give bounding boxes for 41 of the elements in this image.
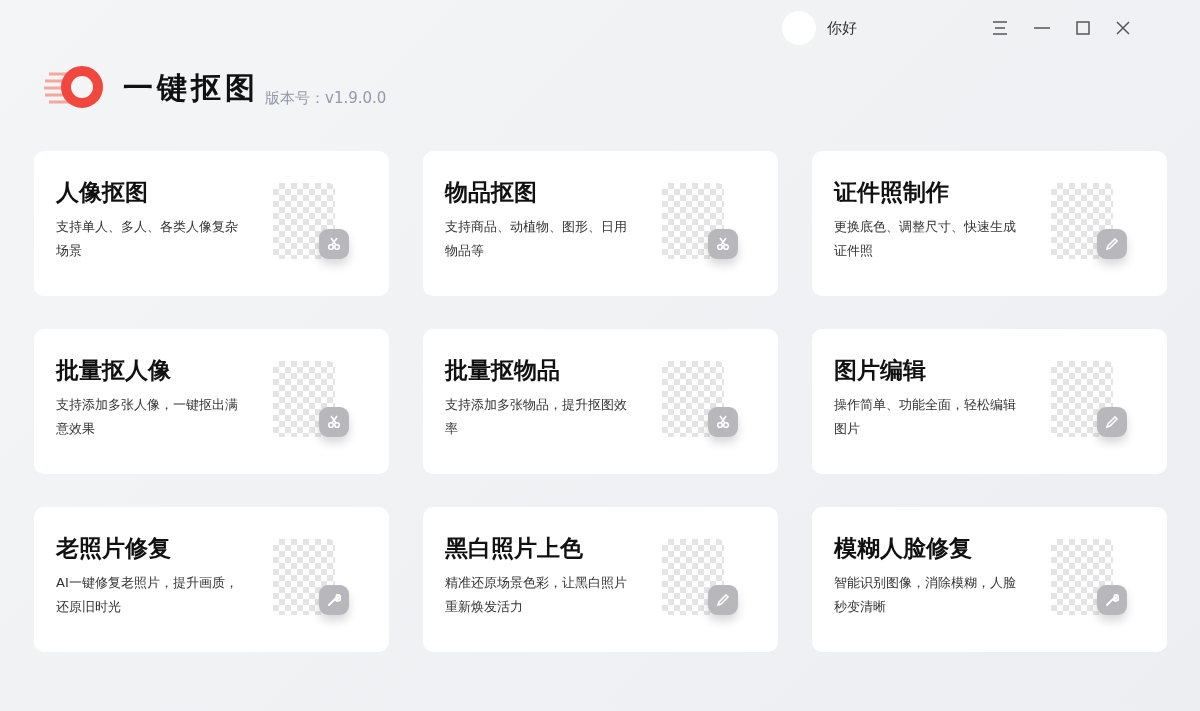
user-greeting[interactable]: 你好 xyxy=(827,18,857,38)
card-description: 支持商品、动植物、图形、日用物品等 xyxy=(445,218,628,260)
feature-card[interactable]: 人像抠图 支持单人、多人、各类人像复杂场景 xyxy=(34,151,389,296)
pencil-icon xyxy=(1105,415,1119,429)
scissors-icon xyxy=(716,415,730,429)
close-icon[interactable] xyxy=(1116,21,1130,35)
card-description: 更换底色、调整尺寸、快速生成证件照 xyxy=(834,218,1017,260)
card-title: 黑白照片上色 xyxy=(445,534,584,563)
card-title: 批量抠物品 xyxy=(445,356,561,385)
card-description: AI一键修复老照片，提升画质，还原旧时光 xyxy=(56,574,239,616)
feature-card[interactable]: 证件照制作 更换底色、调整尺寸、快速生成证件照 xyxy=(812,151,1167,296)
logo-icon xyxy=(43,64,105,110)
card-title: 人像抠图 xyxy=(56,178,149,207)
card-description: 智能识别图像，消除模糊，人脸秒变清晰 xyxy=(834,574,1017,616)
scissors-icon xyxy=(327,237,341,251)
scissors-icon xyxy=(327,415,341,429)
card-description: 操作简单、功能全面，轻松编辑图片 xyxy=(834,396,1017,438)
card-title: 图片编辑 xyxy=(834,356,927,385)
card-title: 老照片修复 xyxy=(56,534,172,563)
feature-card[interactable]: 图片编辑 操作简单、功能全面，轻松编辑图片 xyxy=(812,329,1167,474)
card-title: 批量抠人像 xyxy=(56,356,172,385)
scissors-icon xyxy=(716,237,730,251)
feature-card[interactable]: 老照片修复 AI一键修复老照片，提升画质，还原旧时光 xyxy=(34,507,389,652)
card-description: 精准还原场景色彩，让黑白照片重新焕发活力 xyxy=(445,574,628,616)
card-description: 支持添加多张物品，提升抠图效率 xyxy=(445,396,628,438)
feature-card[interactable]: 模糊人脸修复 智能识别图像，消除模糊，人脸秒变清晰 xyxy=(812,507,1167,652)
version-label: 版本号：v1.9.0.0 xyxy=(265,89,387,108)
pencil-icon xyxy=(1105,237,1119,251)
feature-card[interactable]: 批量抠人像 支持添加多张人像，一键抠出满意效果 xyxy=(34,329,389,474)
app-title: 一键抠图 xyxy=(123,69,259,107)
feature-card[interactable]: 物品抠图 支持商品、动植物、图形、日用物品等 xyxy=(423,151,778,296)
menu-icon[interactable] xyxy=(992,21,1008,35)
card-description: 支持单人、多人、各类人像复杂场景 xyxy=(56,218,239,260)
feature-card[interactable]: 批量抠物品 支持添加多张物品，提升抠图效率 xyxy=(423,329,778,474)
maximize-icon[interactable] xyxy=(1076,21,1090,35)
card-title: 物品抠图 xyxy=(445,178,538,207)
feature-card[interactable]: 黑白照片上色 精准还原场景色彩，让黑白照片重新焕发活力 xyxy=(423,507,778,652)
card-title: 证件照制作 xyxy=(834,178,950,207)
pencil-icon xyxy=(716,593,730,607)
card-title: 模糊人脸修复 xyxy=(834,534,973,563)
card-description: 支持添加多张人像，一键抠出满意效果 xyxy=(56,396,239,438)
